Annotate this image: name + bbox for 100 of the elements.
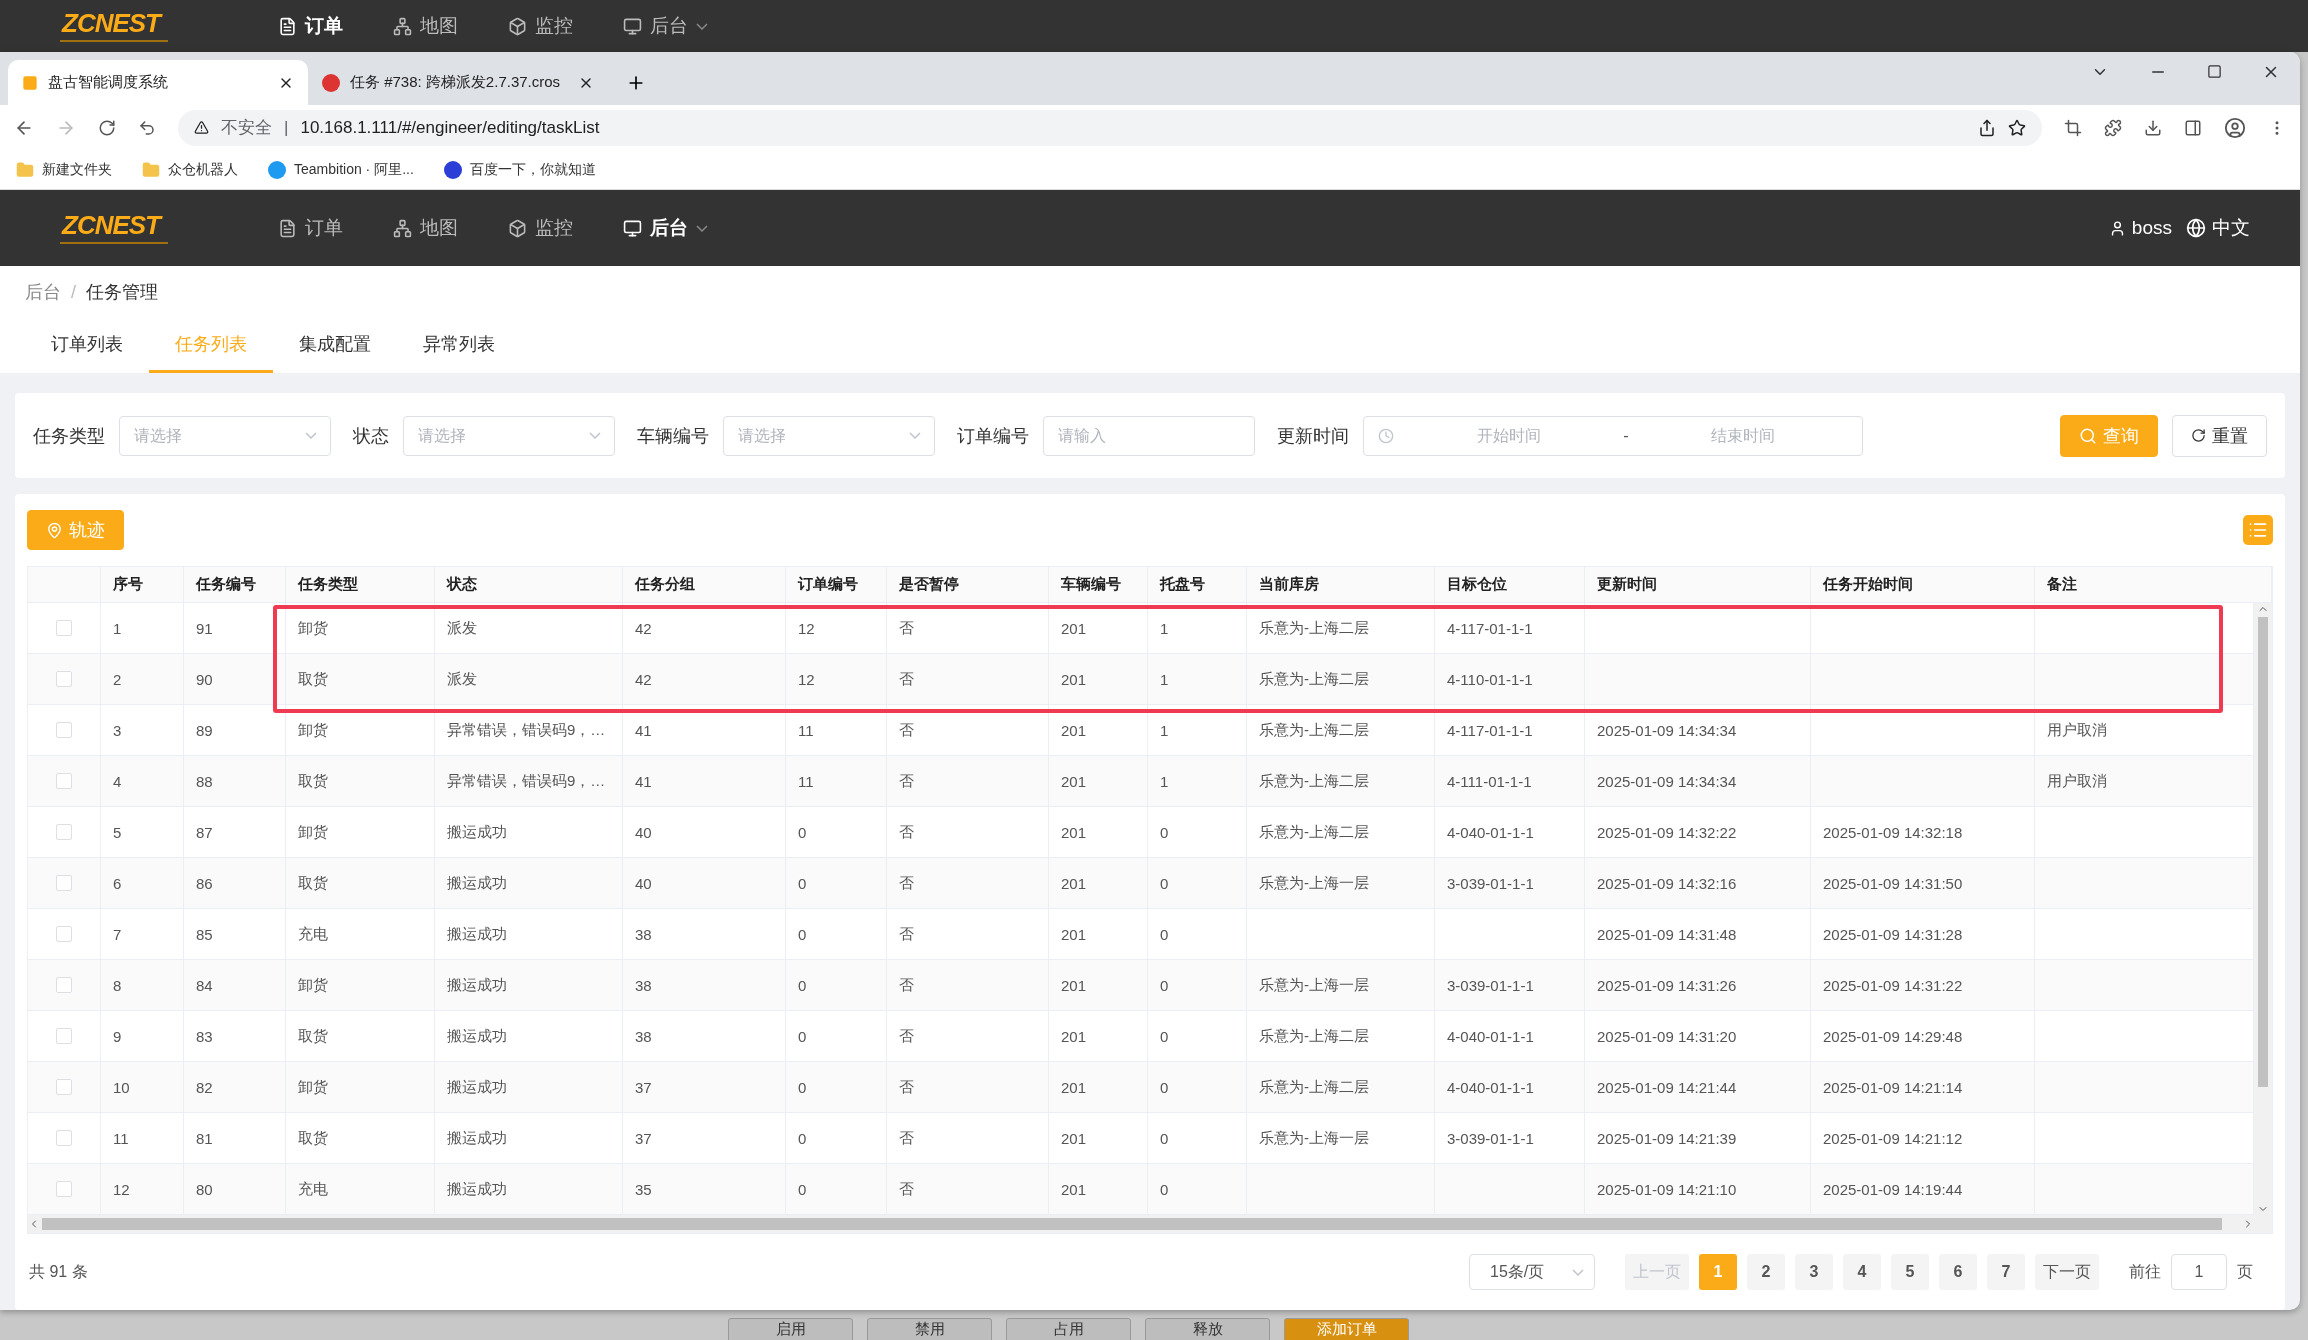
row-checkbox[interactable] bbox=[56, 722, 72, 738]
reset-button[interactable]: 重置 bbox=[2172, 414, 2267, 457]
action-button[interactable]: 禁用 bbox=[867, 1318, 992, 1340]
page-button[interactable]: 3 bbox=[1795, 1254, 1833, 1290]
address-bar[interactable]: 不安全 | 10.168.1.111/#/engineer/editing/taskList bbox=[178, 109, 2042, 146]
side-panel-icon[interactable] bbox=[2184, 118, 2202, 137]
action-button[interactable]: 释放 bbox=[1145, 1318, 1270, 1340]
row-checkbox[interactable] bbox=[56, 1028, 72, 1044]
tab[interactable]: 异常列表 bbox=[397, 316, 521, 373]
action-button[interactable]: 占用 bbox=[1006, 1318, 1131, 1340]
sitemap-icon bbox=[393, 16, 412, 36]
page-button[interactable]: 7 bbox=[1987, 1254, 2025, 1290]
table-cell: 2 bbox=[101, 654, 184, 704]
browser-tab[interactable]: 任务 #738: 跨梯派发2.7.37.cros bbox=[308, 60, 608, 105]
action-button[interactable]: 启用 bbox=[728, 1318, 853, 1340]
nav-item[interactable]: 地图 bbox=[393, 215, 458, 241]
table-cell: 0 bbox=[1148, 1011, 1247, 1061]
page-input[interactable]: 1 bbox=[2171, 1254, 2227, 1290]
scrollbar-thumb[interactable] bbox=[2258, 617, 2268, 1087]
table-cell: 0 bbox=[786, 909, 887, 959]
row-checkbox[interactable] bbox=[56, 671, 72, 687]
table-cell: 卸货 bbox=[286, 960, 435, 1010]
start-time-input[interactable]: 开始时间 bbox=[1404, 425, 1614, 446]
table-cell: 201 bbox=[1049, 807, 1148, 857]
row-checkbox[interactable] bbox=[56, 620, 72, 636]
undo-icon[interactable] bbox=[138, 118, 156, 137]
page-button[interactable]: 4 bbox=[1843, 1254, 1881, 1290]
table-cell: 201 bbox=[1049, 1011, 1148, 1061]
table-cell: 2025-01-09 14:32:22 bbox=[1585, 807, 1811, 857]
table-cell: 取货 bbox=[286, 1011, 435, 1061]
breadcrumb-item: 任务管理 bbox=[86, 281, 158, 304]
bookmark[interactable]: 百度一下，你就知道 bbox=[443, 160, 596, 179]
row-checkbox[interactable] bbox=[56, 824, 72, 840]
reload-icon[interactable] bbox=[98, 118, 116, 137]
nav-item[interactable]: 后台 bbox=[623, 215, 708, 241]
row-checkbox[interactable] bbox=[56, 1130, 72, 1146]
extensions-icon[interactable] bbox=[2104, 118, 2122, 137]
breadcrumb-item[interactable]: 后台 bbox=[25, 280, 61, 304]
scrollbar-thumb[interactable] bbox=[42, 1218, 2222, 1230]
table-cell: 否 bbox=[887, 858, 1049, 908]
profile-icon[interactable] bbox=[2224, 116, 2246, 139]
row-checkbox[interactable] bbox=[56, 773, 72, 789]
table-cell: 2025-01-09 14:21:39 bbox=[1585, 1113, 1811, 1163]
column-header: 车辆编号 bbox=[1049, 567, 1148, 602]
nav-item[interactable]: 监控 bbox=[508, 215, 573, 241]
page-button[interactable]: 2 bbox=[1747, 1254, 1785, 1290]
table-cell: 2025-01-09 14:31:22 bbox=[1811, 960, 2035, 1010]
table-cell: 3-039-01-1-1 bbox=[1435, 1113, 1585, 1163]
star-icon[interactable] bbox=[2008, 118, 2026, 137]
next-page-button[interactable]: 下一页 bbox=[2035, 1254, 2099, 1290]
table-cell: 10 bbox=[101, 1062, 184, 1112]
table-cell: 201 bbox=[1049, 654, 1148, 704]
table-cell: 2025-01-09 14:19:44 bbox=[1811, 1164, 2035, 1214]
bookmark[interactable]: Teambition · 阿里... bbox=[268, 160, 414, 179]
page-button[interactable]: 6 bbox=[1939, 1254, 1977, 1290]
select-field[interactable]: 请选择 bbox=[403, 415, 615, 456]
table-cell: 12 bbox=[786, 654, 887, 704]
maximize-icon[interactable] bbox=[2207, 64, 2222, 79]
nav-item[interactable]: 订单 bbox=[278, 215, 343, 241]
table-cell: 否 bbox=[887, 1062, 1049, 1112]
input-field[interactable]: 请输入 bbox=[1043, 415, 1255, 456]
table-cell: 取货 bbox=[286, 756, 435, 806]
table-cell: 搬运成功 bbox=[435, 909, 623, 959]
date-range-field[interactable]: 开始时间 - 结束时间 bbox=[1363, 415, 1863, 456]
table-cell: 否 bbox=[887, 807, 1049, 857]
row-checkbox[interactable] bbox=[56, 1181, 72, 1197]
page-button[interactable]: 5 bbox=[1891, 1254, 1929, 1290]
table-cell: 201 bbox=[1049, 756, 1148, 806]
browser-tab[interactable]: 盘古智能调度系统 bbox=[8, 60, 308, 105]
table-cell: 11 bbox=[786, 756, 887, 806]
bookmark[interactable]: 众仓机器人 bbox=[142, 160, 238, 179]
document-icon bbox=[278, 218, 297, 238]
table-cell: 0 bbox=[1148, 807, 1247, 857]
nav-item[interactable]: 地图 bbox=[393, 13, 458, 39]
nav-item[interactable]: 后台 bbox=[623, 13, 708, 39]
share-icon[interactable] bbox=[1978, 118, 1996, 137]
row-checkbox[interactable] bbox=[56, 1079, 72, 1095]
row-checkbox[interactable] bbox=[56, 926, 72, 942]
bookmark[interactable]: 新建文件夹 bbox=[16, 160, 112, 179]
tab[interactable]: 订单列表 bbox=[25, 316, 149, 373]
select-field[interactable]: 请选择 bbox=[723, 415, 935, 456]
page-size-select[interactable]: 15条/页 bbox=[1469, 1254, 1595, 1290]
table-cell: 81 bbox=[184, 1113, 286, 1163]
nav-item[interactable]: 监控 bbox=[508, 13, 573, 39]
table-cell: 否 bbox=[887, 960, 1049, 1010]
crop-icon[interactable] bbox=[2064, 118, 2082, 137]
caret-icon bbox=[696, 224, 708, 232]
download-icon[interactable] bbox=[2144, 118, 2162, 137]
list-icon[interactable] bbox=[2243, 515, 2273, 545]
user-menu[interactable]: boss bbox=[2108, 217, 2172, 239]
table-cell: 86 bbox=[184, 858, 286, 908]
row-checkbox[interactable] bbox=[56, 875, 72, 891]
end-time-input[interactable]: 结束时间 bbox=[1638, 425, 1848, 446]
cube-icon bbox=[508, 218, 527, 238]
row-checkbox[interactable] bbox=[56, 977, 72, 993]
select-field[interactable]: 请选择 bbox=[119, 415, 331, 456]
language-menu[interactable]: 中文 bbox=[2186, 215, 2250, 241]
tab[interactable]: 集成配置 bbox=[273, 316, 397, 373]
table-cell: 乐意为-上海二层 bbox=[1247, 756, 1435, 806]
nav-item[interactable]: 订单 bbox=[278, 13, 343, 39]
